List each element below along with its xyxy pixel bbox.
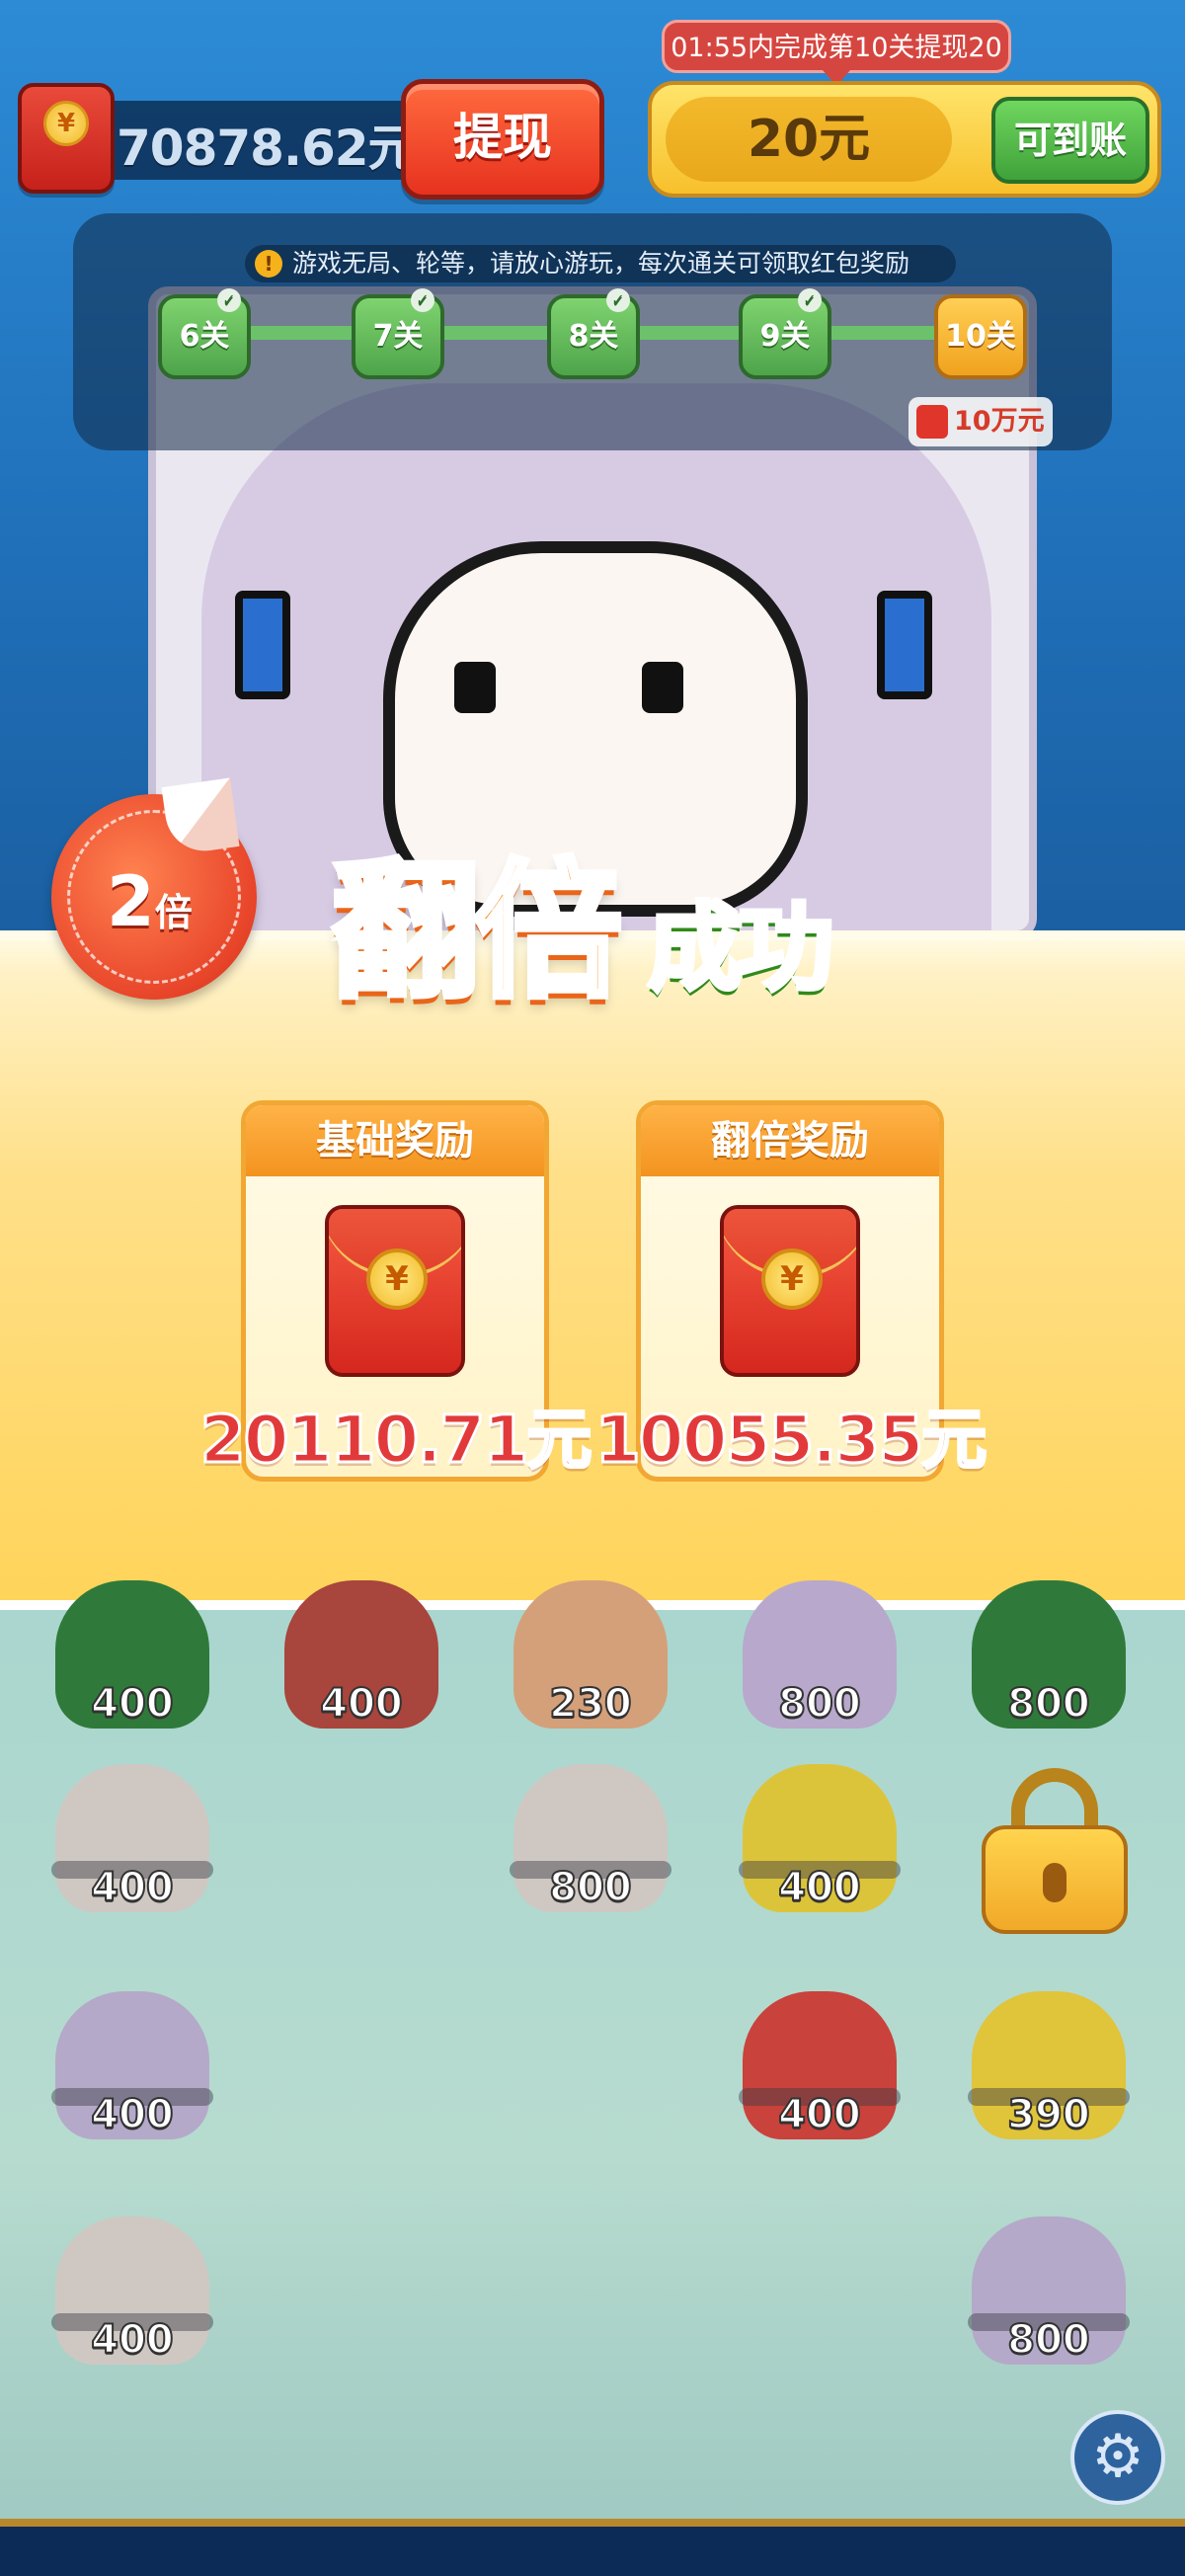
cup[interactable]: 800 — [504, 1754, 677, 1922]
red-packet-icon: ¥ — [325, 1205, 465, 1377]
cup-count: 800 — [1006, 2316, 1091, 2364]
red-packet-icon: ¥ — [18, 83, 115, 194]
cup-count: 400 — [90, 1680, 175, 1728]
prize-tag-text: 10万元 — [954, 406, 1045, 437]
double-success-banner — [0, 930, 1185, 1610]
yuan-coin-icon: ¥ — [366, 1248, 428, 1310]
cup-count: 400 — [777, 2091, 862, 2138]
notice-text: 游戏无局、轮等，请放心游玩，每次通关可领取红包奖励 — [292, 249, 910, 278]
cup-count: 800 — [777, 1680, 862, 1728]
level-label: 7关 — [372, 319, 424, 354]
level-node-10: 10关 — [934, 294, 1027, 379]
arrive-button[interactable]: 可到账 — [991, 97, 1149, 184]
cup-count: 400 — [90, 1864, 175, 1911]
cup-count: 400 — [90, 2316, 175, 2364]
cup-count: 230 — [548, 1680, 633, 1728]
balance-amount: 70878.62元 — [117, 120, 418, 177]
picture-left-accent — [235, 591, 290, 699]
cup[interactable]: 400 — [45, 1754, 219, 1922]
lock-icon[interactable] — [982, 1768, 1128, 1934]
cup[interactable]: 400 — [733, 1981, 907, 2149]
title-sub: 成功 — [646, 891, 836, 1006]
cup[interactable]: 230 — [504, 1570, 677, 1738]
cup[interactable]: 400 — [733, 1754, 907, 1922]
cup-count: 390 — [1006, 2091, 1091, 2138]
cup-count: 800 — [548, 1864, 633, 1911]
picture-left-eye — [454, 662, 496, 713]
base-reward-label: 基础奖励 — [246, 1105, 544, 1176]
gear-icon[interactable]: ⚙ — [1070, 2410, 1165, 2505]
cup-count: 800 — [1006, 1680, 1091, 1728]
yuan-coin-icon: ¥ — [761, 1248, 823, 1310]
warning-icon: ! — [255, 250, 282, 278]
cup-count: 400 — [777, 1864, 862, 1911]
base-reward-value: 20110.71元 — [198, 1401, 593, 1480]
withdraw-button[interactable]: 提现 — [401, 79, 604, 200]
check-icon: ✓ — [798, 288, 822, 312]
cup-count: 400 — [90, 2091, 175, 2138]
cup[interactable]: 400 — [275, 1570, 448, 1738]
level-node-8: 8关 ✓ — [547, 288, 640, 379]
level-label: 6关 — [179, 319, 230, 354]
double-reward-value: 10055.35元 — [593, 1401, 988, 1480]
title-main: 翻倍 — [329, 844, 625, 1021]
cup[interactable]: 400 — [45, 2207, 219, 2375]
check-icon: ✓ — [606, 288, 630, 312]
cup[interactable]: 800 — [733, 1570, 907, 1738]
task-reward-box: 20元 可到账 — [648, 81, 1161, 198]
picture-right-accent — [877, 591, 932, 699]
cup-count: 400 — [319, 1680, 404, 1728]
double-reward-label: 翻倍奖励 — [641, 1105, 939, 1176]
multiplier-unit: 倍 — [154, 891, 193, 934]
cup[interactable]: 800 — [962, 1570, 1136, 1738]
cup[interactable]: 390 — [962, 1981, 1136, 2149]
cup[interactable]: 800 — [962, 2207, 1136, 2375]
level-label: 10关 — [945, 319, 1016, 354]
red-packet-icon: ¥ — [720, 1205, 860, 1377]
check-icon: ✓ — [217, 288, 241, 312]
timer-tip: 01:55内完成第10关提现20元 — [662, 20, 1011, 115]
footer-bar — [0, 2519, 1185, 2576]
level-label: 8关 — [568, 319, 619, 354]
red-packet-icon — [916, 405, 948, 439]
level-label: 9关 — [759, 319, 811, 354]
level-node-6: 6关 ✓ — [158, 288, 251, 379]
level-node-7: 7关 ✓ — [352, 288, 444, 379]
notice-bar: ! 游戏无局、轮等，请放心游玩，每次通关可领取红包奖励 — [245, 245, 956, 282]
cup[interactable]: 400 — [45, 1981, 219, 2149]
check-icon: ✓ — [411, 288, 434, 312]
level-node-9: 9关 ✓ — [739, 288, 831, 379]
picture-right-eye — [642, 662, 683, 713]
multiplier-number: 2 — [107, 861, 155, 942]
badge-text: 2倍 — [107, 861, 193, 942]
cup[interactable]: 400 — [45, 1570, 219, 1738]
prize-tag: 10万元 — [908, 397, 1053, 446]
task-amount: 20元 — [666, 97, 952, 182]
yuan-coin-icon: ¥ — [43, 101, 89, 146]
